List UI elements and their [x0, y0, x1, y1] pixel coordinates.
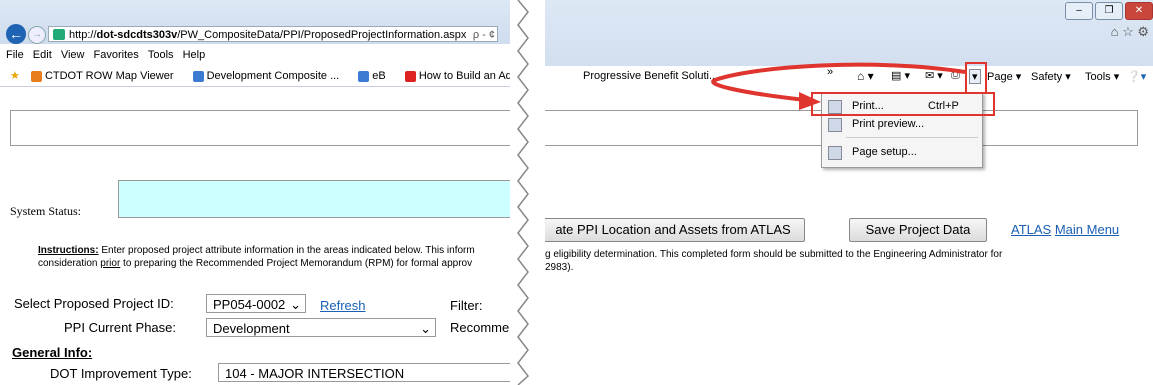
- fav-label: Development Composite ...: [206, 70, 340, 82]
- safety-menu-label: Safety: [1031, 71, 1063, 83]
- atlas-link[interactable]: ATLAS: [1011, 222, 1051, 237]
- forward-button[interactable]: →: [28, 26, 46, 44]
- menu-view[interactable]: View: [61, 46, 85, 64]
- address-toolbar: ← → http://dot-sdcdts303v/PW_CompositeDa…: [0, 0, 515, 44]
- menu-tools[interactable]: Tools: [148, 46, 174, 64]
- back-button[interactable]: ←: [6, 24, 26, 44]
- main-menu-link[interactable]: Main Menu: [1055, 222, 1119, 237]
- gear-icon[interactable]: ⚙: [1137, 24, 1149, 39]
- fav-item-ctdot[interactable]: CTDOT ROW Map Viewer: [30, 66, 182, 86]
- save-project-button[interactable]: Save Project Data: [849, 218, 987, 242]
- project-id-value: PP054-0002: [213, 297, 286, 312]
- atlas-import-button[interactable]: ate PPI Location and Assets from ATLAS: [545, 218, 805, 242]
- home-icon[interactable]: ⌂: [1111, 24, 1119, 39]
- filter-label: Filter:: [450, 298, 483, 313]
- phase-select[interactable]: Development ⌄: [206, 318, 436, 337]
- general-info-heading: General Info:: [12, 345, 93, 360]
- restore-button[interactable]: ❐: [1095, 2, 1123, 20]
- phase-value: Development: [213, 321, 290, 336]
- recommend-label: Recommei: [450, 320, 513, 335]
- improvement-type-value: 104 - MAJOR INTERSECTION: [225, 366, 405, 381]
- system-status-box: [118, 180, 515, 218]
- improvement-type-select[interactable]: 104 - MAJOR INTERSECTION: [218, 363, 515, 382]
- help-icon[interactable]: ❔▾: [1127, 70, 1146, 83]
- ie-icon: [192, 70, 204, 82]
- chevron-down-icon: ⌄: [420, 321, 431, 336]
- instructions-line2b: to preparing the Recommended Project Mem…: [120, 258, 473, 269]
- menu-item-label: Page setup...: [852, 146, 917, 158]
- instructions-right-line1: g eligibility determination. This comple…: [545, 249, 1003, 260]
- fav-label: How to Build an Advance...: [418, 70, 515, 82]
- tools-menu-label: Tools: [1085, 71, 1111, 83]
- ie-icon: [358, 70, 370, 82]
- address-bar[interactable]: http://dot-sdcdts303v/PW_CompositeData/P…: [48, 26, 498, 42]
- minimize-button[interactable]: –: [1065, 2, 1093, 20]
- menu-item-page-setup[interactable]: Page setup...: [822, 143, 982, 161]
- select-project-label: Select Proposed Project ID:: [14, 296, 174, 311]
- instructions-line1: Enter proposed project attribute informa…: [98, 245, 475, 256]
- fav-item-development[interactable]: Development Composite ...: [192, 66, 348, 86]
- right-screenshot-pane: – ❐ ✕ ⌂ ☆ ⚙ Progressive Benefit Soluti... …: [545, 0, 1153, 385]
- instructions-text-right: g eligibility determination. This comple…: [545, 248, 1145, 274]
- instructions-line2a: consideration: [38, 258, 101, 269]
- fav-label: eB: [372, 70, 386, 82]
- tools-menu[interactable]: Tools ▾: [1085, 70, 1119, 83]
- url-path: /PW_CompositeData/PPI/ProposedProjectInf…: [177, 29, 467, 41]
- page-icon: [53, 29, 65, 40]
- top-text-box[interactable]: [10, 110, 515, 146]
- chevron-down-icon: ⌄: [290, 297, 301, 312]
- project-id-select[interactable]: PP054-0002 ⌄: [206, 294, 306, 313]
- safety-menu[interactable]: Safety ▾: [1031, 70, 1071, 83]
- fav-icon: [30, 70, 42, 82]
- favorites-bar: ★ CTDOT ROW Map Viewer Development Compo…: [0, 66, 515, 87]
- system-status-label: System Status:: [10, 204, 82, 218]
- atlas-links: ATLAS Main Menu: [1011, 222, 1119, 237]
- instructions-right-line2: 2983).: [545, 262, 574, 273]
- favorites-star-icon[interactable]: ★: [10, 66, 20, 86]
- improvement-type-label: DOT Improvement Type:: [50, 366, 192, 381]
- menu-separator: [846, 137, 978, 138]
- frame-icons: ⌂ ☆ ⚙: [1111, 24, 1149, 40]
- print-preview-icon: [828, 118, 842, 132]
- page-setup-icon: [828, 146, 842, 160]
- annotation-arrow: [711, 62, 966, 110]
- fav-label: CTDOT ROW Map Viewer: [44, 70, 174, 82]
- menu-help[interactable]: Help: [183, 46, 206, 64]
- url-prefix: http://: [69, 29, 97, 41]
- left-screenshot-pane: ← → http://dot-sdcdts303v/PW_CompositeDa…: [0, 0, 515, 385]
- youtube-icon: [404, 70, 416, 82]
- menu-favorites[interactable]: Favorites: [94, 46, 139, 64]
- refresh-link[interactable]: Refresh: [320, 298, 366, 313]
- close-button[interactable]: ✕: [1125, 2, 1153, 20]
- menu-file[interactable]: File: [6, 46, 24, 64]
- instructions-prior: prior: [100, 258, 121, 269]
- favorites-star-icon[interactable]: ☆: [1122, 24, 1134, 39]
- instructions-text: Instructions: Enter proposed project att…: [38, 244, 508, 270]
- search-icon[interactable]: ρ - ¢: [473, 27, 495, 43]
- phase-label: PPI Current Phase:: [64, 320, 176, 335]
- url-host: dot-sdcdts303v: [96, 29, 178, 41]
- window-controls: – ❐ ✕: [1063, 2, 1153, 20]
- menu-edit[interactable]: Edit: [33, 46, 52, 64]
- instructions-lead: Instructions:: [38, 245, 99, 256]
- fav-item-eb[interactable]: eB: [358, 66, 393, 86]
- fav-item-youtube[interactable]: How to Build an Advance...: [404, 66, 515, 86]
- torn-edge-divider: [510, 0, 530, 385]
- menu-bar: File Edit View Favorites Tools Help: [0, 46, 515, 64]
